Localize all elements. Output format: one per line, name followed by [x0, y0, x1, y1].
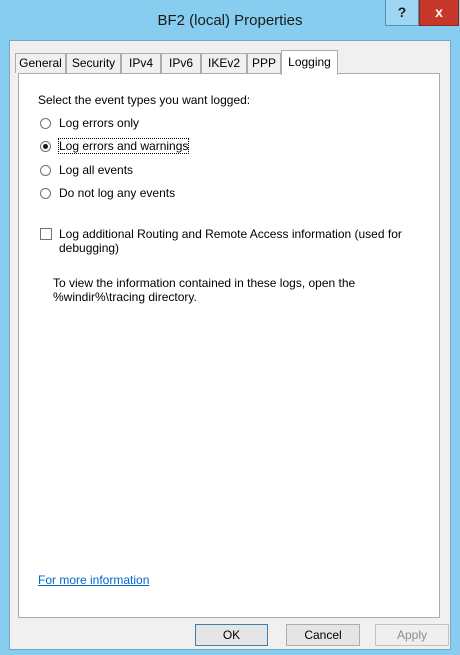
tab-ipv4[interactable]: IPv4	[121, 53, 161, 73]
radio-do-not-log[interactable]	[40, 188, 51, 199]
tab-security[interactable]: Security	[66, 53, 121, 73]
additional-logging-label-line2[interactable]: debugging)	[59, 241, 119, 255]
tab-ipv6[interactable]: IPv6	[161, 53, 201, 73]
more-info-link[interactable]: For more information	[38, 573, 149, 587]
title-bar[interactable]: BF2 (local) Properties ? x	[0, 0, 460, 40]
tab-logging[interactable]: Logging	[281, 50, 338, 75]
help-button[interactable]: ?	[385, 0, 419, 26]
additional-logging-label-line1[interactable]: Log additional Routing and Remote Access…	[59, 227, 402, 241]
radio-label-do-not-log[interactable]: Do not log any events	[59, 186, 175, 200]
info-text-line1: To view the information contained in the…	[53, 276, 356, 290]
radio-log-all-events[interactable]	[40, 165, 51, 176]
tab-ikev2[interactable]: IKEv2	[201, 53, 247, 73]
radio-label-all-events[interactable]: Log all events	[59, 163, 133, 177]
additional-logging-checkbox[interactable]	[40, 228, 52, 240]
radio-log-errors-only[interactable]	[40, 118, 51, 129]
ok-button[interactable]: OK	[195, 624, 268, 646]
info-text-line2: %windir%\tracing directory.	[53, 290, 197, 304]
logging-panel	[18, 73, 440, 618]
radio-log-errors-and-warnings[interactable]	[40, 141, 51, 152]
apply-button[interactable]: Apply	[375, 624, 449, 646]
tab-ppp[interactable]: PPP	[247, 53, 281, 73]
cancel-button[interactable]: Cancel	[286, 624, 360, 646]
tab-general[interactable]: General	[15, 53, 66, 73]
close-button[interactable]: x	[419, 0, 459, 26]
radio-label-errors-and-warnings[interactable]: Log errors and warnings	[57, 138, 190, 154]
properties-dialog: BF2 (local) Properties ? x General Secur…	[0, 0, 460, 655]
event-types-prompt: Select the event types you want logged:	[38, 93, 251, 107]
radio-label-errors-only[interactable]: Log errors only	[59, 116, 139, 130]
